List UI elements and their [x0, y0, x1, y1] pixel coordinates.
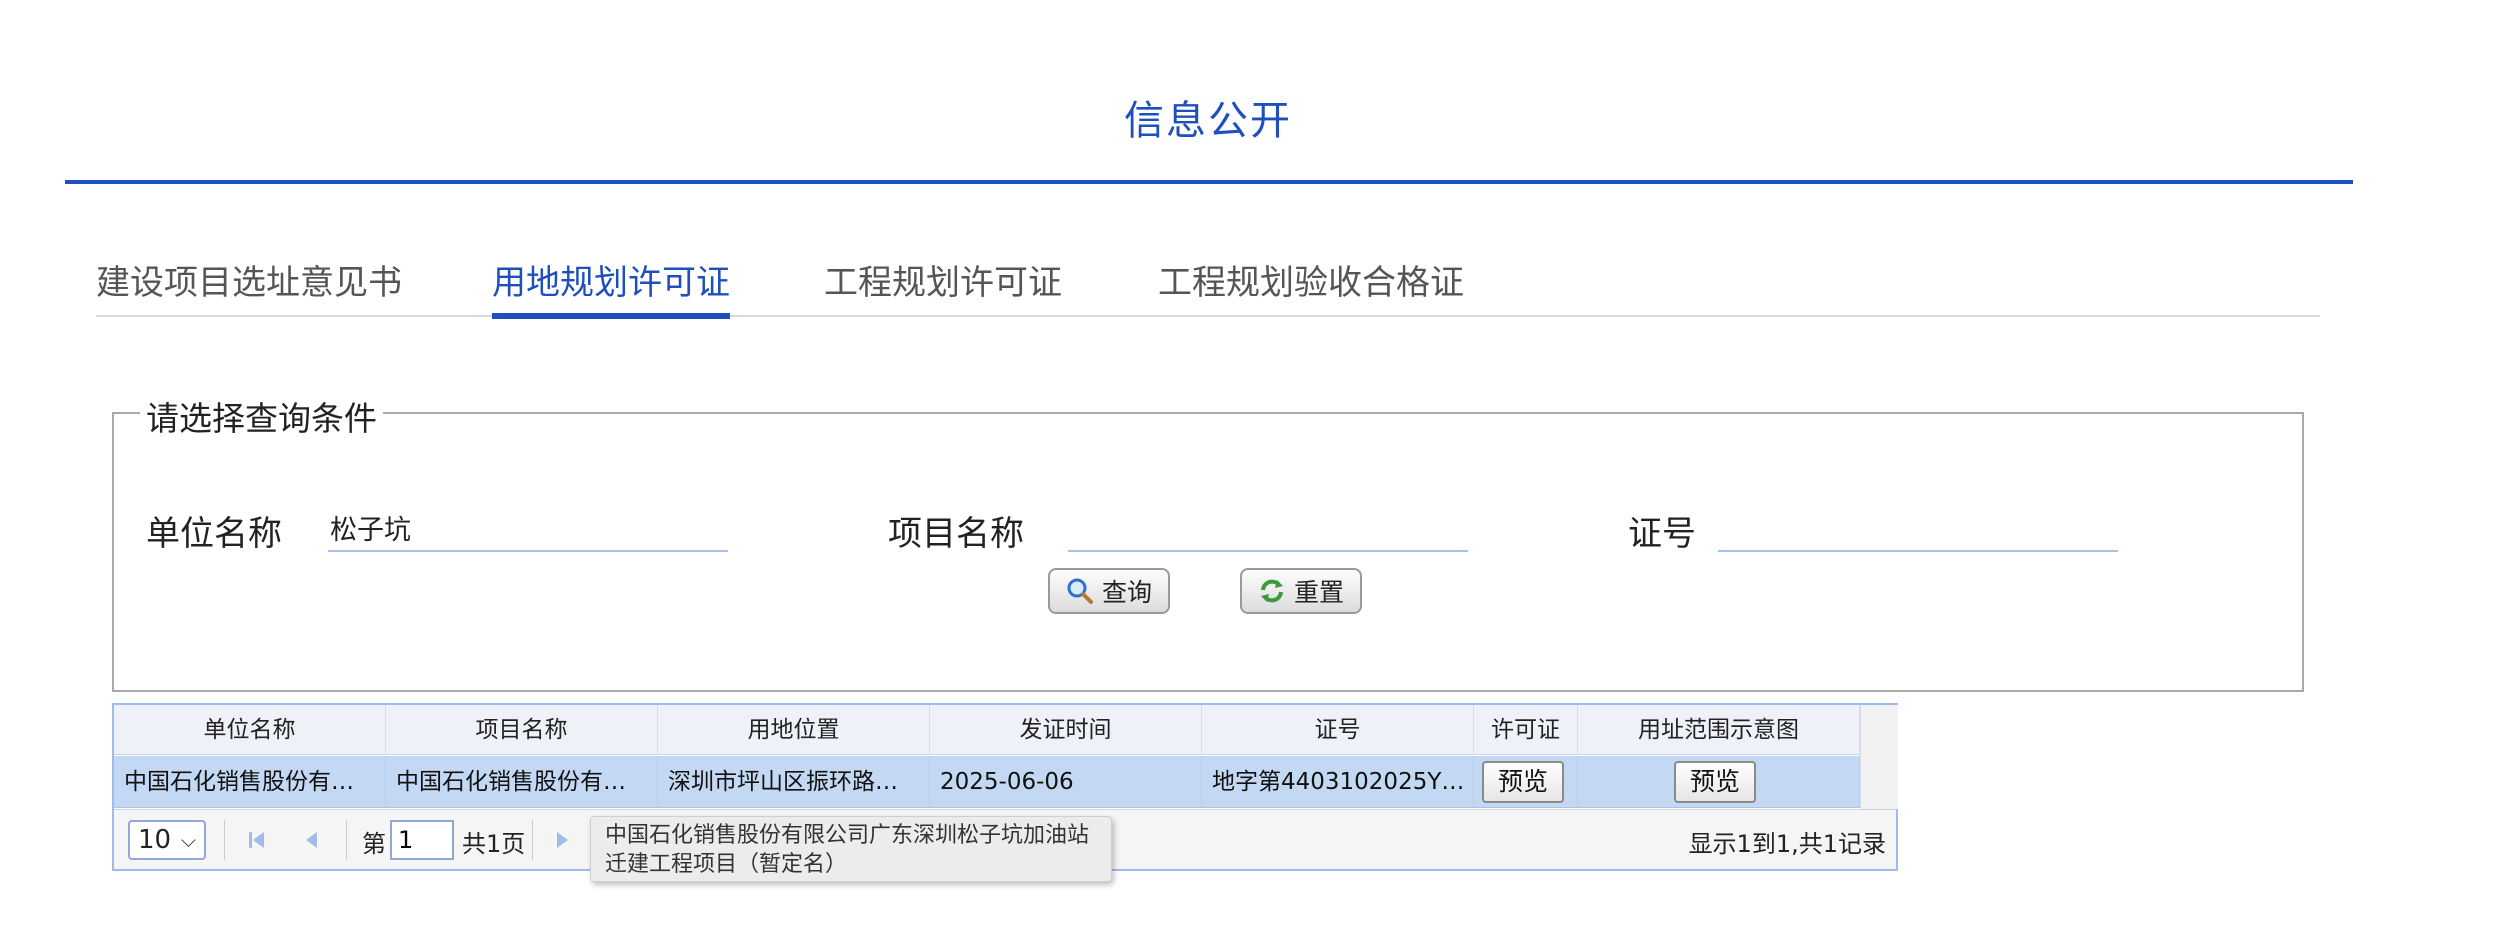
page-prefix: 第: [362, 830, 386, 858]
permit-preview-button[interactable]: 预览: [1482, 761, 1565, 803]
pager-divider: [346, 820, 347, 860]
cell-site-map: 预览: [1578, 756, 1860, 808]
vertical-scrollbar[interactable]: [1860, 705, 1898, 809]
tooltip-line-2: 迁建工程项目（暂定名）: [605, 852, 848, 877]
column-header-project[interactable]: 项目名称: [386, 705, 658, 755]
title-divider: [65, 180, 2353, 184]
tab-engineering-permit[interactable]: 工程规划许可证: [824, 255, 1062, 317]
tab-site-selection[interactable]: 建设项目选址意见书: [96, 255, 402, 317]
cell-location: 深圳市坪山区振环路…: [658, 756, 930, 808]
column-header-date[interactable]: 发证时间: [930, 705, 1202, 755]
record-summary: 显示1到1,共1记录: [1688, 830, 1886, 858]
cell-date: 2025-06-06: [930, 756, 1202, 808]
cert-no-label: 证号: [1628, 514, 1696, 554]
next-page-icon[interactable]: [550, 828, 574, 852]
reset-button-label: 重置: [1293, 578, 1344, 607]
search-button[interactable]: 查询: [1048, 568, 1170, 614]
cert-no-input[interactable]: [1718, 504, 2118, 552]
table-row[interactable]: 中国石化销售股份有… 中国石化销售股份有… 深圳市坪山区振环路… 2025-06…: [114, 756, 1860, 808]
cell-cert-no: 地字第4403102025Y…: [1202, 756, 1474, 808]
query-legend: 请选择查询条件: [140, 392, 383, 440]
column-header-unit[interactable]: 单位名称: [114, 705, 386, 755]
first-page-icon[interactable]: [244, 828, 268, 852]
pager-divider: [224, 820, 225, 860]
tab-bar: 建设项目选址意见书 用地规划许可证 工程规划许可证 工程规划验收合格证: [96, 255, 2320, 319]
project-name-input[interactable]: [1068, 504, 1468, 552]
prev-page-icon[interactable]: [300, 828, 324, 852]
refresh-icon: [1260, 579, 1283, 603]
cell-unit: 中国石化销售股份有…: [114, 756, 386, 808]
unit-name-input[interactable]: [328, 504, 728, 552]
grid-header: 单位名称 项目名称 用地位置 发证时间 证号 许可证 用址范围示意图: [114, 705, 1860, 755]
page-number-input[interactable]: [390, 820, 454, 860]
unit-name-label: 单位名称: [146, 514, 282, 554]
column-header-location[interactable]: 用地位置: [658, 705, 930, 755]
project-name-label: 项目名称: [888, 514, 1024, 554]
page-size-select[interactable]: 10 ⌵: [128, 820, 206, 860]
column-header-permit[interactable]: 许可证: [1474, 705, 1578, 755]
site-map-preview-button[interactable]: 预览: [1674, 761, 1757, 803]
query-panel: 请选择查询条件 单位名称 项目名称 证号 查询 重置: [112, 392, 2304, 692]
page-total: 共1页: [462, 830, 526, 858]
tooltip-line-1: 中国石化销售股份有限公司广东深圳松子坑加油站: [605, 823, 1090, 848]
chevron-down-icon: ⌵: [180, 828, 196, 852]
page-title: 信息公开: [1124, 98, 1292, 144]
column-header-site-map[interactable]: 用址范围示意图: [1578, 705, 1860, 755]
tab-acceptance-certificate[interactable]: 工程规划验收合格证: [1158, 255, 1464, 317]
magnifier-icon: [1067, 578, 1093, 604]
search-button-label: 查询: [1101, 578, 1152, 607]
pager-divider: [532, 820, 533, 860]
cell-permit: 预览: [1474, 756, 1578, 808]
tab-land-use-permit[interactable]: 用地规划许可证: [492, 255, 730, 319]
page-size-value: 10: [138, 825, 172, 855]
column-header-cert-no[interactable]: 证号: [1202, 705, 1474, 755]
project-name-tooltip: 中国石化销售股份有限公司广东深圳松子坑加油站 迁建工程项目（暂定名）: [590, 816, 1112, 882]
reset-button[interactable]: 重置: [1240, 568, 1362, 614]
cell-project: 中国石化销售股份有…: [386, 756, 658, 808]
